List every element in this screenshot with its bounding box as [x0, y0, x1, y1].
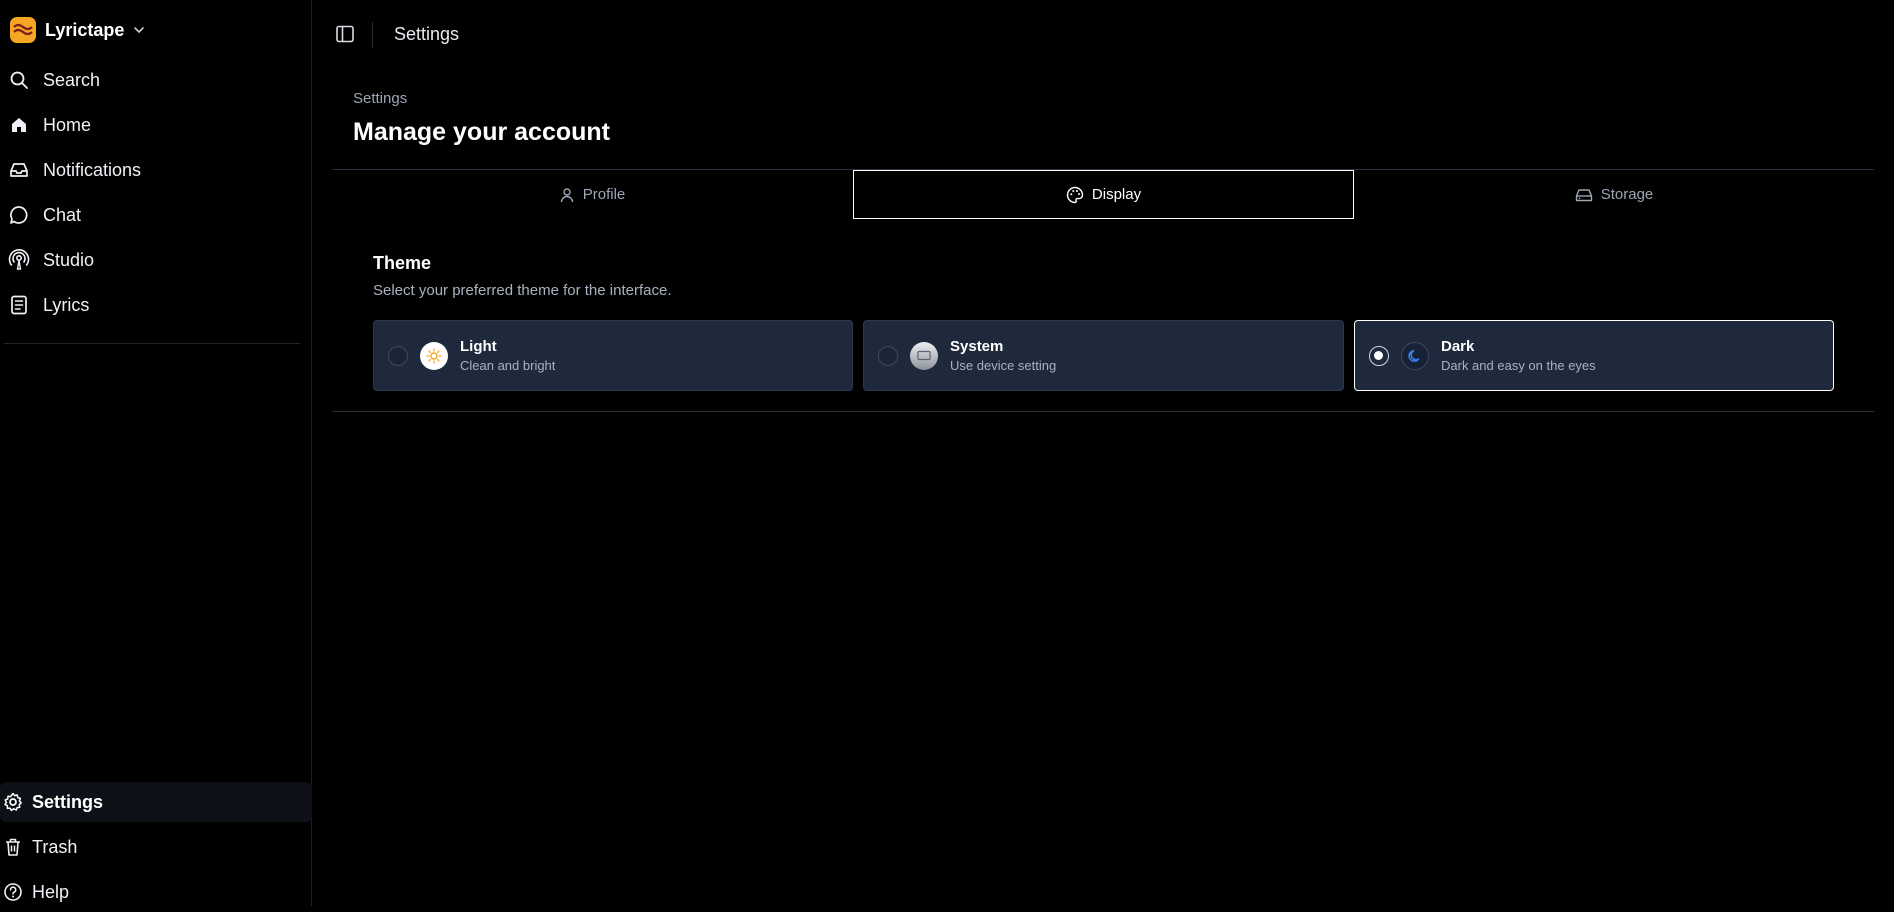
theme-radio-light[interactable]: [388, 346, 408, 366]
chat-bubble-icon: [8, 204, 30, 226]
sidebar-item-label: Studio: [43, 249, 95, 270]
theme-section-title: Theme: [373, 253, 432, 273]
sidebar-toggle-button[interactable]: [335, 24, 357, 46]
moon-icon: [1401, 342, 1429, 370]
theme-radio-system[interactable]: [878, 346, 898, 366]
sidebar-item-label: Settings: [32, 791, 104, 812]
theme-option-name: Light: [460, 338, 497, 355]
sidebar-item-settings[interactable]: Settings: [0, 782, 312, 822]
theme-option-subtitle: Dark and easy on the eyes: [1441, 358, 1596, 373]
sidebar-panel-icon: [336, 25, 354, 43]
trash-icon: [2, 836, 24, 858]
sidebar-item-help[interactable]: Help: [0, 872, 312, 912]
sidebar-item-trash[interactable]: Trash: [0, 827, 312, 867]
sidebar-item-label: Chat: [43, 204, 82, 225]
document-icon: [8, 294, 30, 316]
theme-radio-dark[interactable]: [1369, 346, 1389, 366]
sidebar-item-notifications[interactable]: Notifications: [8, 154, 141, 186]
sidebar-item-label: Help: [32, 881, 70, 902]
theme-section-description: Select your preferred theme for the inte…: [373, 282, 672, 299]
sidebar-item-label: Notifications: [43, 159, 142, 180]
monitor-icon: [910, 342, 938, 370]
theme-option-dark[interactable]: Dark Dark and easy on the eyes: [1354, 320, 1834, 391]
breadcrumb: Settings: [353, 90, 408, 107]
help-circle-icon: [2, 881, 24, 903]
tab-label: Display: [1091, 186, 1142, 203]
theme-option-name: Dark: [1441, 338, 1475, 355]
sidebar-item-label: Search: [43, 69, 101, 90]
search-icon: [8, 69, 30, 91]
sidebar-item-chat[interactable]: Chat: [8, 199, 81, 231]
sidebar-divider: [4, 343, 300, 344]
theme-option-subtitle: Use device setting: [950, 358, 1057, 373]
theme-option-name: System: [950, 338, 1004, 355]
sidebar-item-label: Lyrics: [43, 294, 90, 315]
sidebar-item-search[interactable]: Search: [8, 64, 100, 96]
tab-display[interactable]: Display: [853, 170, 1354, 219]
tab-label: Storage: [1600, 186, 1654, 203]
sidebar-item-lyrics[interactable]: Lyrics: [8, 289, 89, 321]
sidebar-item-label: Trash: [32, 836, 78, 857]
theme-option-system[interactable]: System Use device setting: [863, 320, 1344, 391]
inbox-icon: [8, 159, 30, 181]
lyrictape-logo-icon: [10, 17, 36, 43]
theme-option-subtitle: Clean and bright: [460, 358, 556, 373]
workspace-switcher[interactable]: Lyrictape: [10, 16, 146, 44]
gear-icon: [2, 791, 24, 813]
chevron-down-icon: [132, 23, 146, 37]
palette-icon: [1066, 186, 1084, 204]
sidebar-item-studio[interactable]: Studio: [8, 244, 94, 276]
theme-option-light[interactable]: Light Clean and bright: [373, 320, 853, 391]
user-icon: [559, 187, 575, 203]
topbar-title: Settings: [394, 24, 460, 44]
hard-drive-icon: [1575, 187, 1593, 203]
tab-profile[interactable]: Profile: [332, 170, 852, 219]
sidebar-item-label: Home: [43, 114, 92, 135]
topbar-separator: [372, 22, 373, 48]
workspace-name: Lyrictape: [45, 19, 125, 40]
sidebar: Lyrictape Search Home Notifications Chat…: [0, 0, 312, 906]
tab-label: Profile: [582, 186, 626, 203]
section-divider: [332, 411, 1874, 412]
home-icon: [8, 114, 30, 136]
broadcast-icon: [8, 249, 30, 271]
sidebar-item-home[interactable]: Home: [8, 109, 91, 141]
page-title: Manage your account: [353, 118, 610, 146]
tab-storage[interactable]: Storage: [1354, 170, 1874, 219]
sun-icon: [420, 342, 448, 370]
